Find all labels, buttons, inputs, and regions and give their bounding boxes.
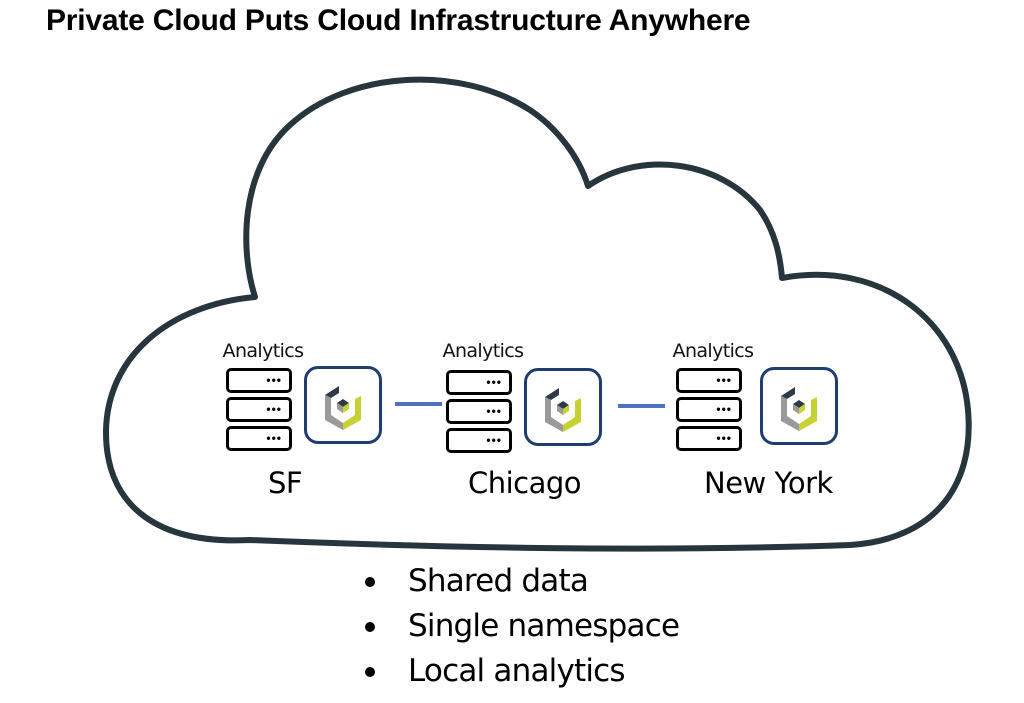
storage-cube-logo-icon [524, 368, 602, 446]
storage-cube-logo-icon [304, 366, 382, 444]
site-chicago: Analytics ••• ••• ••• Chicago [438, 340, 668, 510]
feature-item: Single namespace [362, 604, 680, 649]
server-unit: ••• [676, 368, 742, 393]
server-unit: ••• [226, 397, 292, 422]
analytics-label: Analytics [672, 340, 754, 362]
server-unit: ••• [226, 368, 292, 393]
storage-cube-logo-icon [760, 367, 838, 445]
server-unit: ••• [446, 399, 512, 424]
bullet-icon [365, 622, 375, 632]
site-sf: Analytics ••• ••• ••• SF [218, 340, 448, 510]
city-label: New York [704, 466, 833, 500]
server-unit: ••• [446, 428, 512, 453]
server-rack-icon: ••• ••• ••• [446, 370, 512, 457]
feature-item: Shared data [362, 559, 679, 604]
analytics-label: Analytics [222, 340, 304, 362]
bullet-icon [365, 577, 375, 587]
site-new-york: Analytics ••• ••• ••• New York [668, 340, 898, 510]
feature-item: Local analytics [362, 649, 679, 694]
server-rack-icon: ••• ••• ••• [226, 368, 292, 455]
feature-list: Shared data Single namespace Local analy… [362, 559, 680, 694]
bullet-icon [365, 667, 375, 677]
server-unit: ••• [226, 426, 292, 451]
city-label: Chicago [468, 466, 582, 500]
city-label: SF [268, 466, 303, 500]
server-unit: ••• [676, 426, 742, 451]
server-rack-icon: ••• ••• ••• [676, 368, 742, 455]
server-unit: ••• [676, 397, 742, 422]
analytics-label: Analytics [442, 340, 524, 362]
server-unit: ••• [446, 370, 512, 395]
